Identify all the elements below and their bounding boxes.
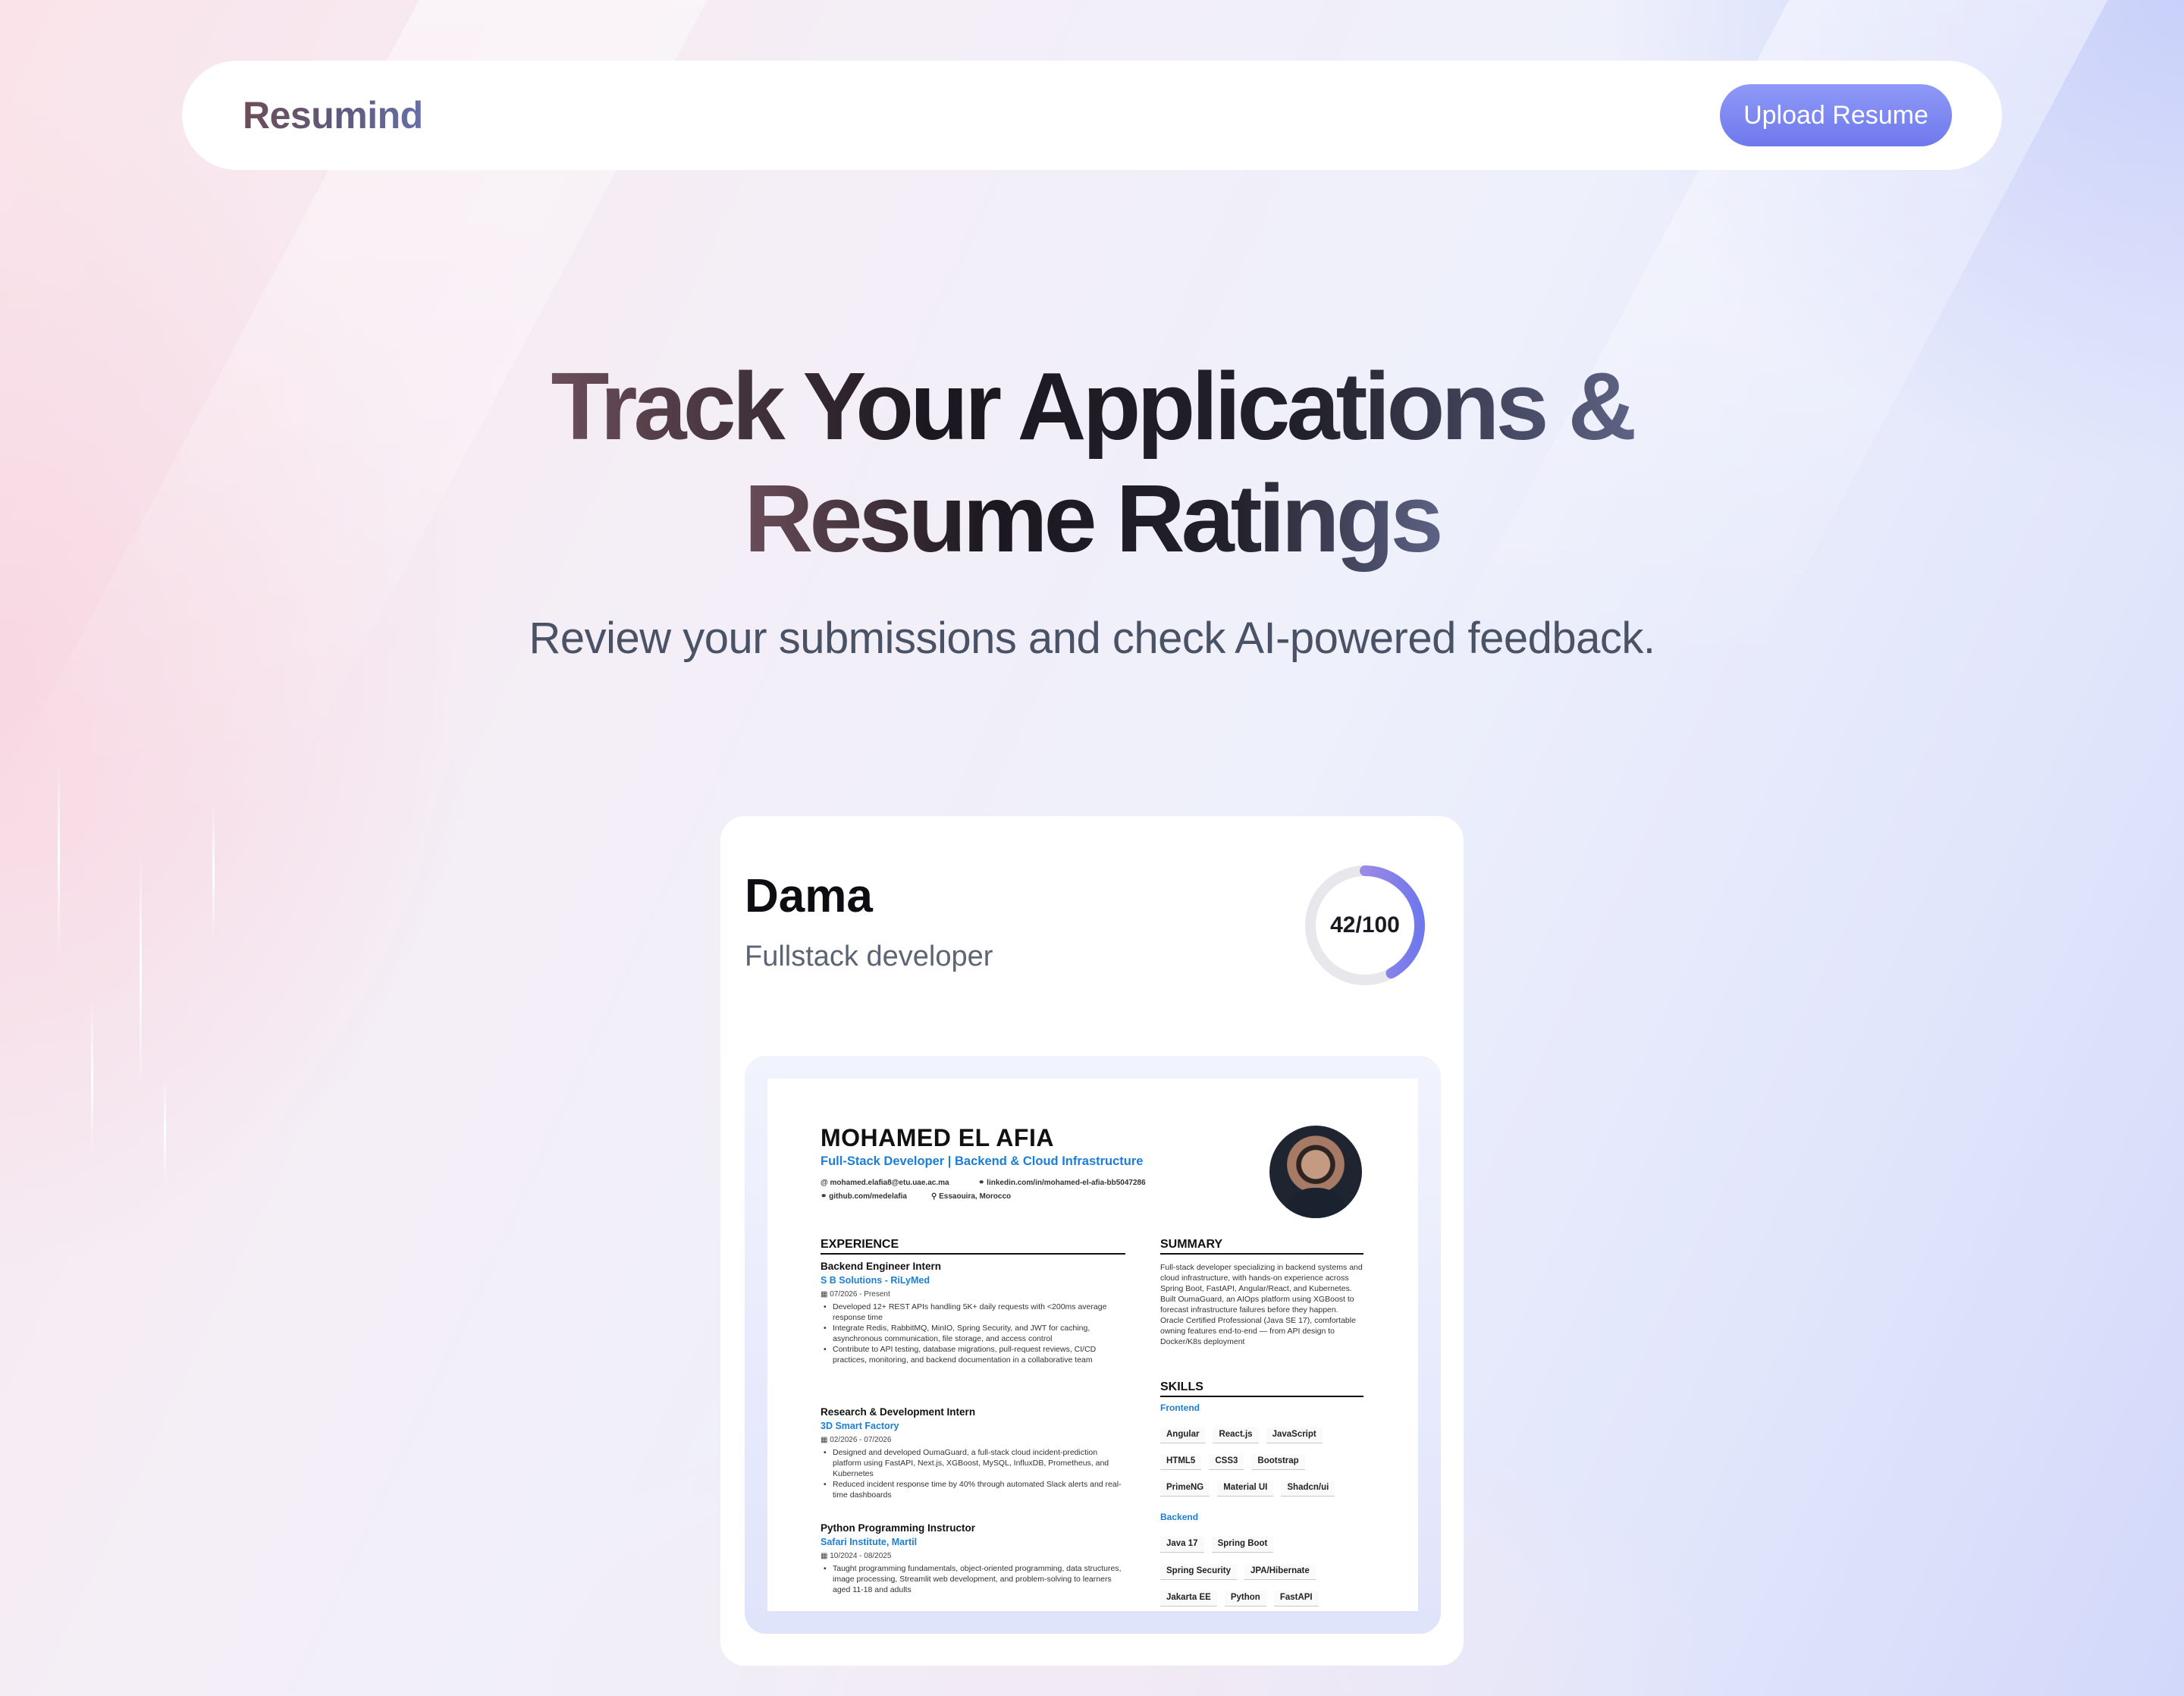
resume-headline: Full-Stack Developer | Backend & Cloud I… [821, 1154, 1144, 1168]
experience-dates: ▦ 10/2024 - 08/2025 [821, 1552, 891, 1560]
hero-title: Track Your Applications & Resume Ratings [0, 350, 2184, 575]
experience-bullet: Integrate Redis, RabbitMQ, MinIO, Spring… [821, 1323, 1125, 1344]
summary-heading: SUMMARY [1160, 1238, 1363, 1255]
resume-email: @ mohamed.elafia8@etu.uae.ac.ma [821, 1179, 949, 1187]
skills-row: Java 17 Spring Boot [1160, 1537, 1274, 1553]
light-streak [164, 1077, 166, 1183]
skill-tag: JavaScript [1266, 1427, 1323, 1443]
resume-linkedin: ⚭ linkedin.com/in/mohamed-el-afia-bb5047… [978, 1179, 1146, 1187]
experience-bullet: Developed 12+ REST APIs handling 5K+ dai… [821, 1302, 1125, 1323]
skill-tag: FastAPI [1273, 1591, 1319, 1606]
experience-role: Python Programming Instructor [821, 1522, 976, 1534]
skill-tag: PrimeNG [1160, 1481, 1210, 1497]
hero-title-line-2: Resume Ratings [739, 463, 1444, 575]
skills-row: PrimeNG Material UI Shadcn/ui [1160, 1481, 1335, 1497]
experience-company: S B Solutions - RiLyMed [821, 1275, 930, 1286]
experience-bullet: Contribute to API testing, database migr… [821, 1344, 1125, 1365]
resume-location: ⚲ Essaouira, Morocco [931, 1192, 1011, 1201]
experience-dates: ▦ 02/2026 - 07/2026 [821, 1436, 891, 1444]
skills-heading: SKILLS [1160, 1380, 1363, 1397]
skills-row: HTML5 CSS3 Bootstrap [1160, 1454, 1305, 1470]
experience-bullets: Taught programming fundamentals, object-… [821, 1563, 1125, 1595]
experience-company: Safari Institute, Martil [821, 1537, 918, 1547]
skill-tag: Bootstrap [1251, 1454, 1305, 1470]
resume-card[interactable]: Dama Fullstack developer 42/100 MOHAMED … [720, 816, 1464, 1666]
skill-tag: HTML5 [1160, 1454, 1202, 1470]
score-label: 42/100 [1330, 912, 1400, 938]
skill-tag: CSS3 [1209, 1454, 1244, 1470]
resume-linkedin-text: linkedin.com/in/mohamed-el-afia-bb504728… [987, 1179, 1146, 1187]
resume-avatar [1269, 1126, 1362, 1218]
hero-title-line-1: Track Your Applications & [546, 350, 1637, 463]
light-streak [58, 758, 60, 956]
upload-resume-button[interactable]: Upload Resume [1720, 84, 1952, 146]
skill-tag: Angular [1160, 1427, 1206, 1443]
resume-github: ⚭ github.com/medelafia [821, 1192, 907, 1201]
experience-bullet: Taught programming fundamentals, object-… [821, 1563, 1125, 1595]
experience-bullet: Designed and developed OumaGuard, a full… [821, 1447, 1125, 1479]
light-streak [91, 1001, 93, 1153]
skill-tag: Shadcn/ui [1281, 1481, 1335, 1497]
experience-heading: EXPERIENCE [821, 1238, 1125, 1255]
skill-tag: React.js [1213, 1427, 1259, 1443]
experience-bullet: Reduced incident response time by 40% th… [821, 1479, 1125, 1500]
skills-category: Backend [1160, 1512, 1199, 1522]
light-streak [140, 850, 142, 1092]
experience-dates-text: 10/2024 - 08/2025 [830, 1552, 892, 1560]
navbar: Resumind Upload Resume [182, 61, 2002, 170]
skill-tag: Spring Security [1160, 1564, 1237, 1580]
skills-category: Frontend [1160, 1402, 1200, 1413]
resume-location-text: Essaouira, Morocco [939, 1192, 1012, 1201]
resume-name: MOHAMED EL AFIA [821, 1124, 1054, 1151]
resume-preview-frame[interactable]: MOHAMED EL AFIA Full-Stack Developer | B… [745, 1056, 1441, 1634]
calendar-icon: ▦ [821, 1290, 828, 1299]
experience-dates-text: 07/2026 - Present [830, 1290, 890, 1299]
card-job-title: Fullstack developer [745, 941, 993, 972]
skills-row: Spring Security JPA/Hibernate [1160, 1564, 1316, 1580]
experience-role: Research & Development Intern [821, 1406, 976, 1418]
resume-preview: MOHAMED EL AFIA Full-Stack Developer | B… [767, 1079, 1418, 1611]
card-company-name: Dama [745, 870, 873, 922]
skill-tag: JPA/Hibernate [1244, 1564, 1316, 1580]
experience-company: 3D Smart Factory [821, 1421, 899, 1431]
experience-role: Backend Engineer Intern [821, 1261, 942, 1272]
resume-github-text: github.com/medelafia [829, 1192, 907, 1201]
location-pin-icon: ⚲ [931, 1192, 937, 1201]
experience-dates: ▦ 07/2026 - Present [821, 1290, 890, 1299]
experience-bullets: Designed and developed OumaGuard, a full… [821, 1447, 1125, 1500]
skills-row: Angular React.js JavaScript [1160, 1427, 1323, 1443]
app-logo[interactable]: Resumind [243, 93, 423, 137]
hero-subtitle: Review your submissions and check AI-pow… [529, 614, 1656, 663]
summary-text: Full-stack developer specializing in bac… [1160, 1263, 1363, 1346]
skill-tag: Jakarta EE [1160, 1591, 1217, 1606]
skill-tag: Spring Boot [1211, 1537, 1274, 1553]
skill-tag: Material UI [1217, 1481, 1274, 1497]
light-streak [212, 804, 215, 941]
calendar-icon: ▦ [821, 1436, 828, 1444]
calendar-icon: ▦ [821, 1552, 828, 1560]
skill-tag: Java 17 [1160, 1537, 1204, 1553]
resume-email-text: mohamed.elafia8@etu.uae.ac.ma [830, 1179, 949, 1187]
skills-row: Jakarta EE Python FastAPI [1160, 1591, 1319, 1606]
experience-bullets: Developed 12+ REST APIs handling 5K+ dai… [821, 1302, 1125, 1365]
experience-dates-text: 02/2026 - 07/2026 [830, 1436, 892, 1444]
skill-tag: Python [1224, 1591, 1266, 1606]
